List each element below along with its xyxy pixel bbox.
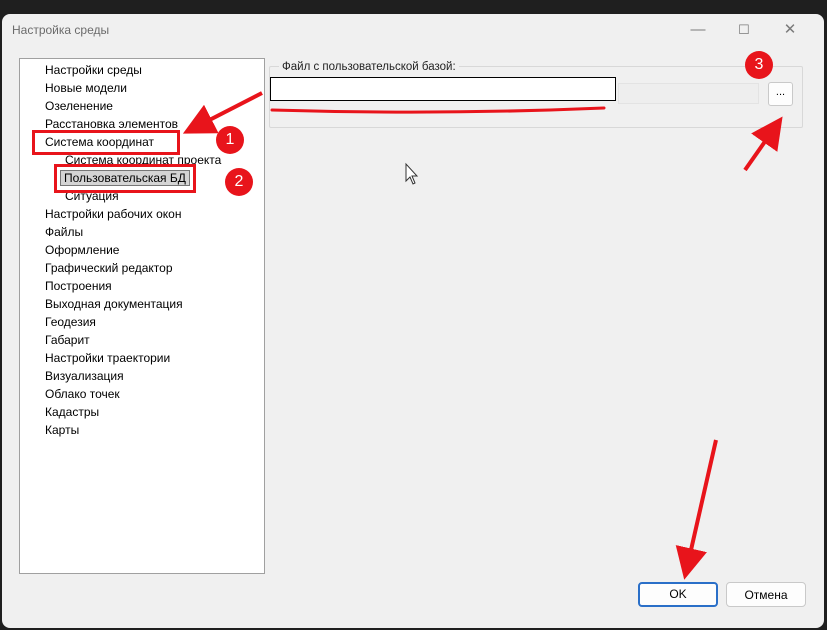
annotation-arrow-1 bbox=[182, 91, 263, 134]
annotation-arrow-ok bbox=[675, 439, 718, 580]
annotation-underline bbox=[270, 106, 606, 114]
annotation-arrows bbox=[182, 91, 783, 580]
mouse-cursor-icon bbox=[405, 162, 419, 185]
annotation-arrow-3 bbox=[743, 116, 783, 172]
